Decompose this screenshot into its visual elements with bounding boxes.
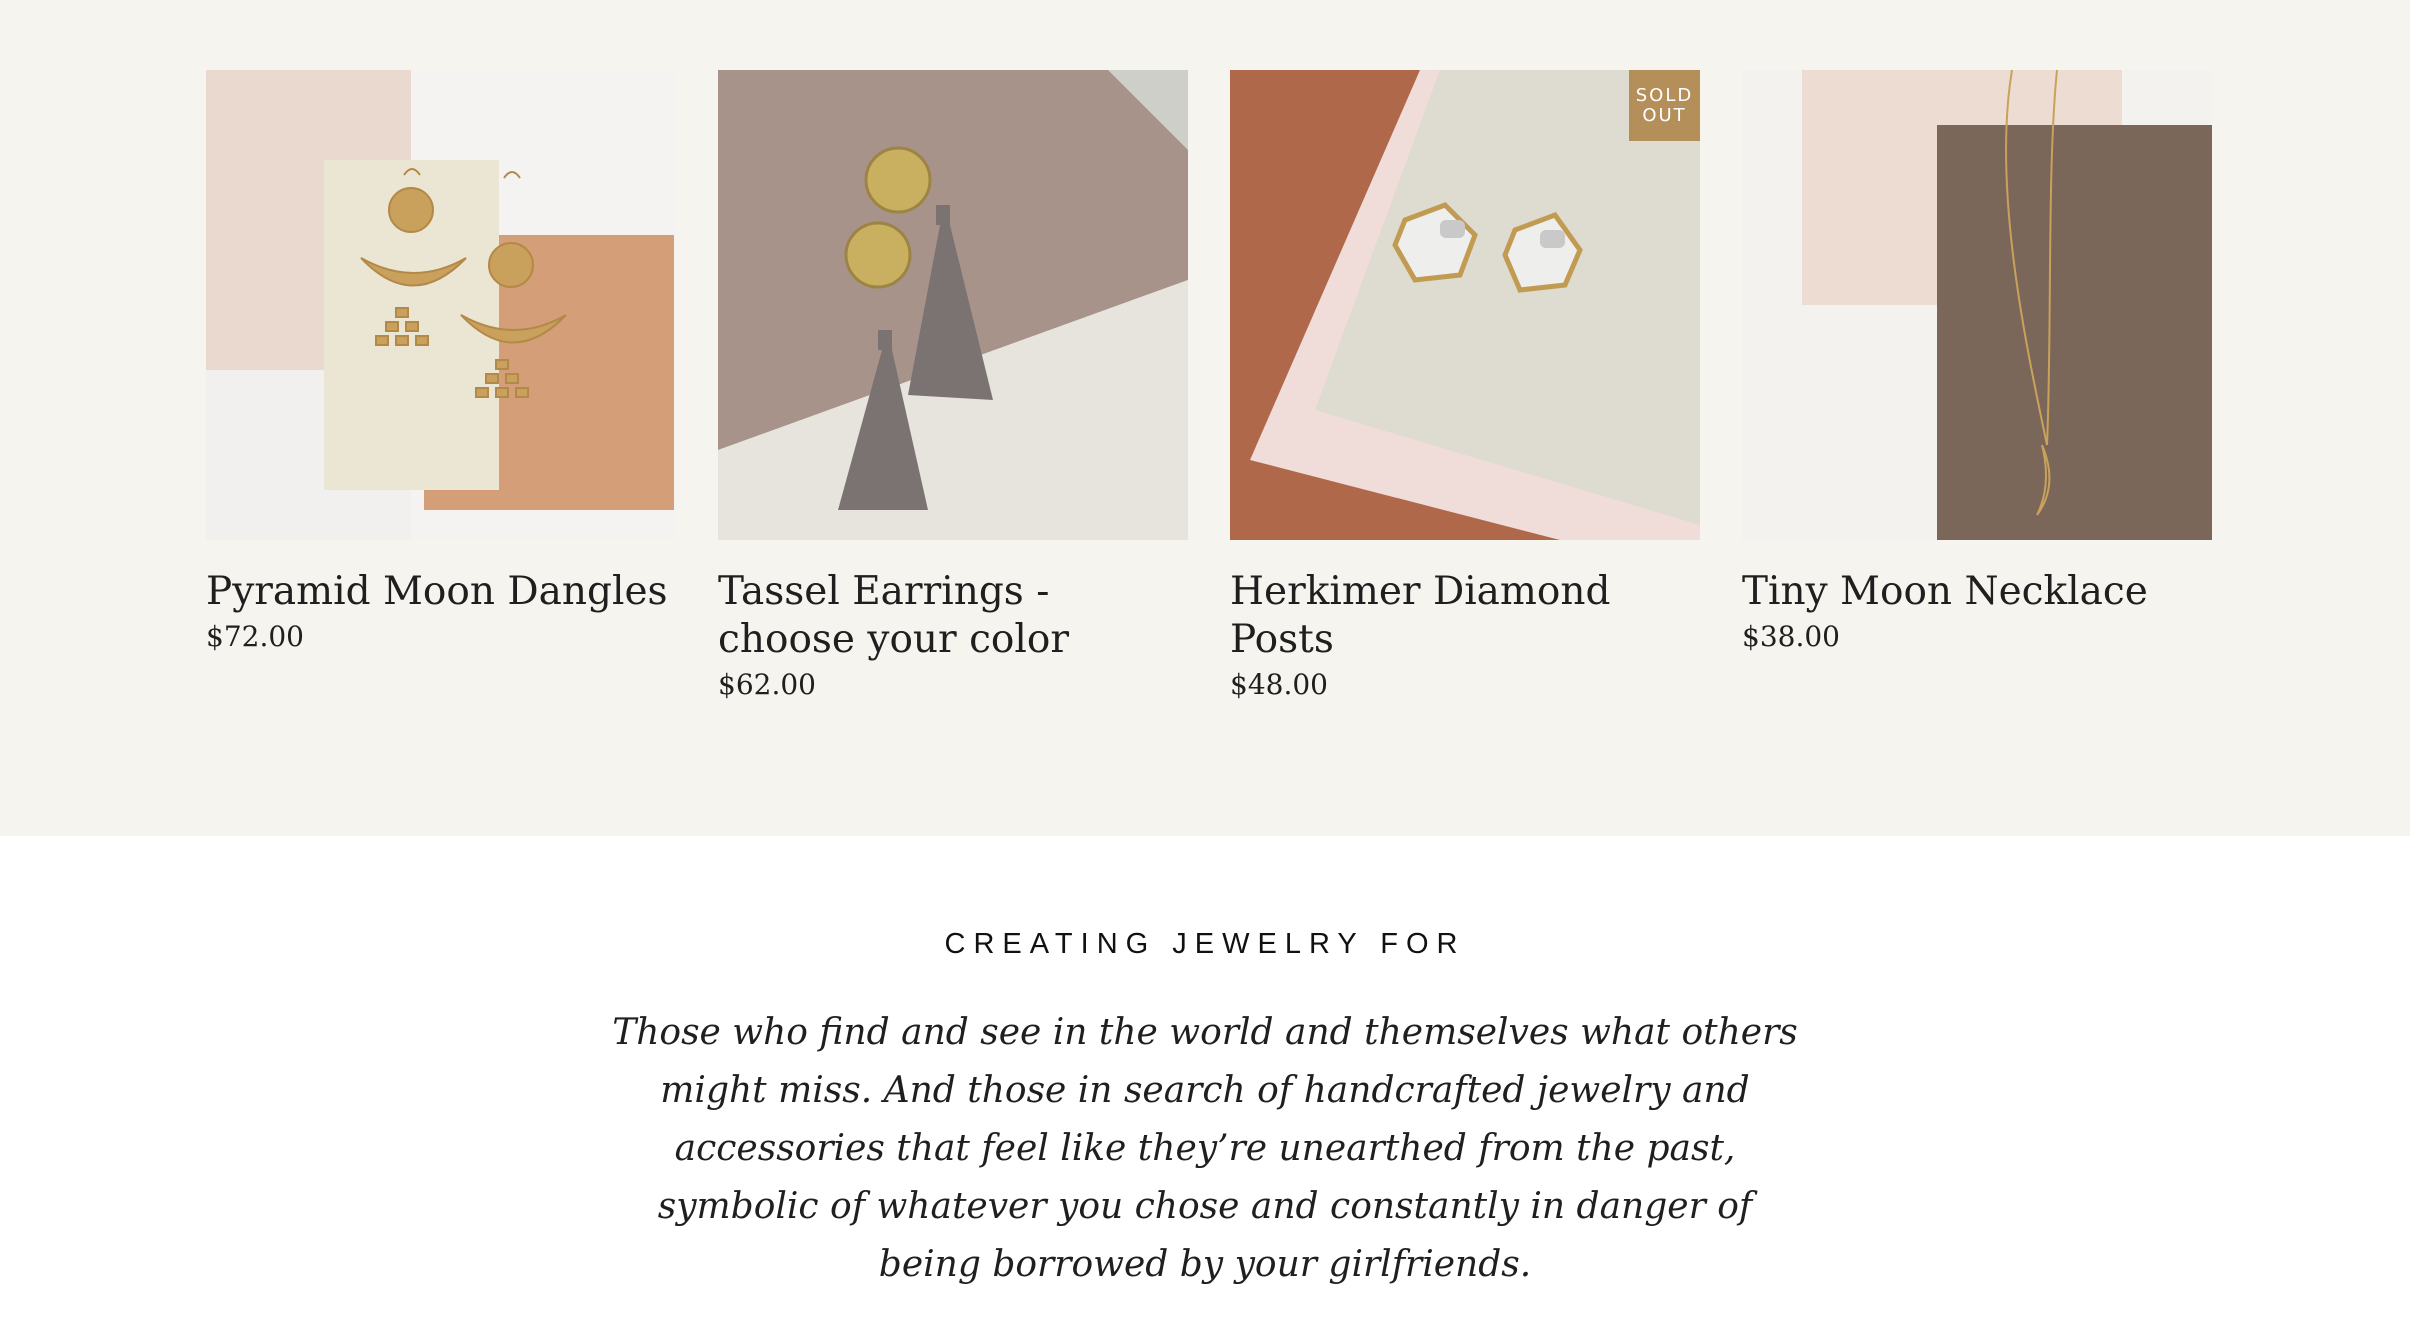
product-card-tiny-moon-necklace[interactable]: Tiny Moon Necklace $38.00 xyxy=(1742,70,2212,656)
brand-statement-section: CREATING JEWELRY FOR Those who find and … xyxy=(0,836,2410,1332)
product-card-pyramid-moon-dangles[interactable]: Pyramid Moon Dangles $72.00 xyxy=(206,70,676,656)
product-price: $72.00 xyxy=(206,620,304,653)
sold-out-badge: SOLD OUT xyxy=(1629,70,1700,141)
product-price: $48.00 xyxy=(1230,668,1328,701)
tiny-moon-necklace-photo xyxy=(1742,70,2212,540)
product-title[interactable]: Tiny Moon Necklace xyxy=(1742,568,2212,616)
product-image[interactable]: SOLD OUT xyxy=(1230,70,1700,540)
product-card-tassel-earrings[interactable]: Tassel Earrings - choose your color $62.… xyxy=(718,70,1188,704)
product-image[interactable] xyxy=(1742,70,2212,540)
product-image[interactable] xyxy=(718,70,1188,540)
product-title[interactable]: Tassel Earrings - choose your color xyxy=(718,568,1188,664)
product-price: $62.00 xyxy=(718,668,816,701)
brand-statement-text: Those who find and see in the world and … xyxy=(612,1012,1798,1285)
product-image[interactable] xyxy=(206,70,676,540)
product-price: $38.00 xyxy=(1742,620,1840,653)
product-title[interactable]: Herkimer Diamond Posts xyxy=(1230,568,1700,664)
product-card-herkimer-diamond-posts[interactable]: SOLD OUT Herkimer Diamond Posts $48.00 xyxy=(1230,70,1700,704)
pyramid-moon-earrings-photo xyxy=(206,70,676,540)
product-grid-section: Pyramid Moon Dangles $72.00 Tassel Earri… xyxy=(0,0,2410,836)
tassel-earrings-photo xyxy=(718,70,1188,540)
product-title[interactable]: Pyramid Moon Dangles xyxy=(206,568,676,616)
section-eyebrow-heading: CREATING JEWELRY FOR xyxy=(944,928,1466,960)
